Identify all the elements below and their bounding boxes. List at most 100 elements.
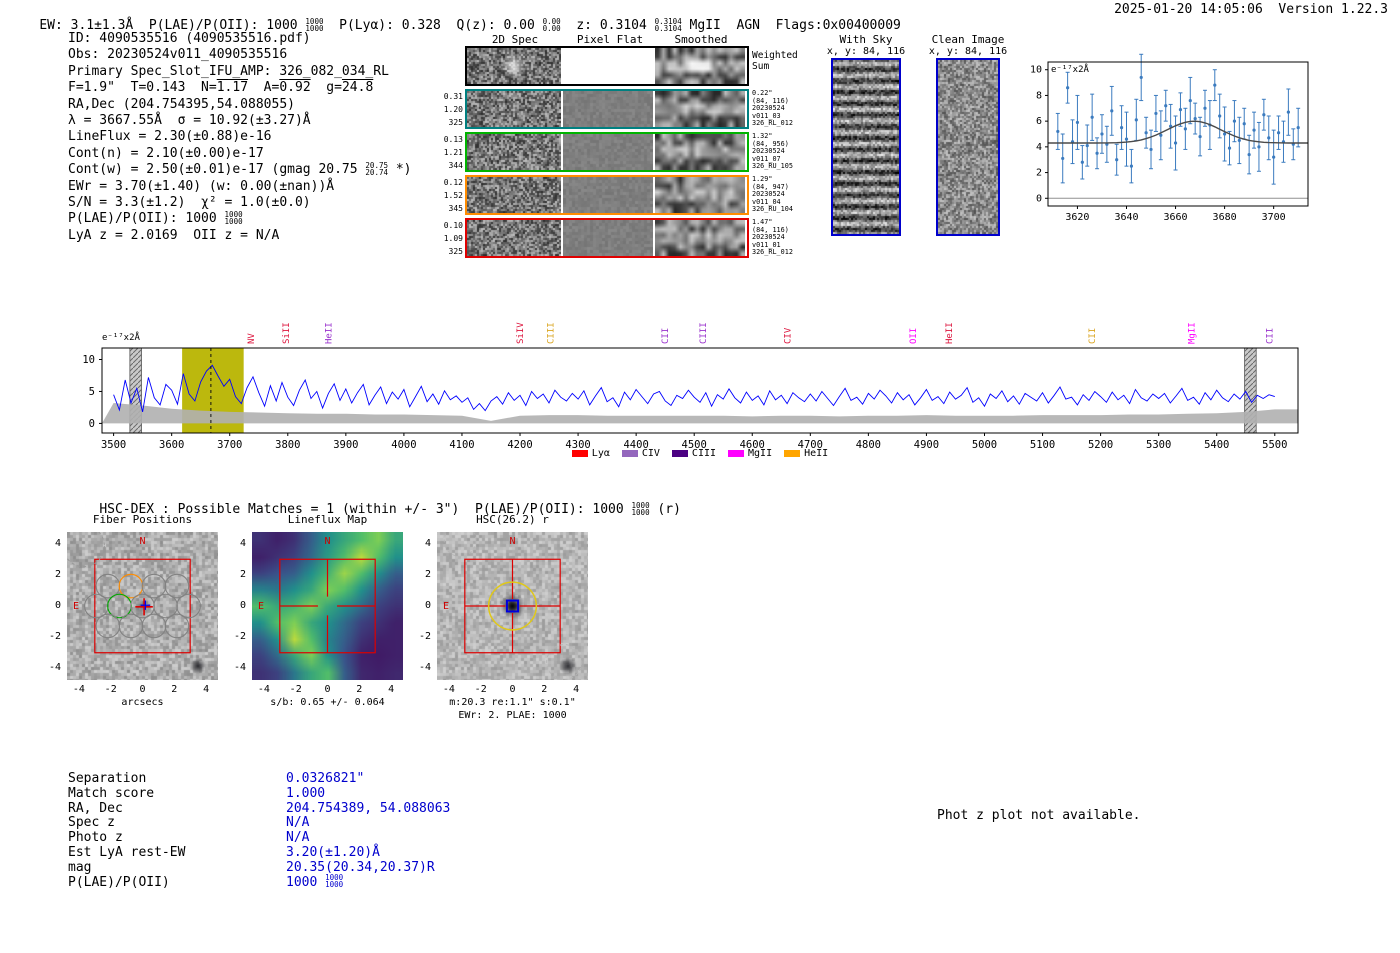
fiber-positions-overlay: NE [67,532,201,654]
lineflux-line: LineFlux = 2.30(±0.88)e-16 [68,129,272,145]
y-tick-label: -2 [48,631,61,643]
legend-label: Lyα [591,448,610,459]
photz-note: Phot z plot not available. [937,808,1141,823]
smoothed-image [655,134,745,170]
seeing-line: F=1.9" T=0.143 N=1.17 A=0.92 g=24.8 [68,80,411,96]
tick-label: 3680 [1213,212,1237,223]
tick-label: 3700 [1262,212,1286,223]
seeing-a: 0.92 [279,80,311,96]
legend-label: CIV [641,448,660,459]
tick-label: 3500 [101,439,126,451]
header-line-flags: MgII AGN Flags:0x00400009 [681,18,901,34]
y-tick-label: 2 [424,568,431,580]
fraction-bottom: 1000 [224,216,243,226]
column-header-2dspec: 2D Spec [491,33,539,46]
spec2d-row-left-label: 1.52 [443,191,463,200]
tick-label: 4 [1036,142,1042,153]
plae-fraction: 1000 1000 [632,502,650,517]
fraction-bottom: 20.74 [365,167,388,177]
plae-fraction: 1000 1000 [325,874,343,889]
hscdex-band: (r) [649,502,681,518]
fraction-bottom: 0.00 [542,23,561,33]
match-table-row: mag 20.35(20.34,20.37)R [68,860,450,875]
y-tick-label: -2 [233,631,246,643]
match-table-row: Spec z N/A [68,815,450,830]
legend-item: Lyα [571,448,610,459]
x-tick-label: 2 [541,684,548,695]
x-tick-label: 2 [171,684,178,695]
match-table-value: N/A [286,815,310,831]
y-tick-label: 0 [424,600,431,611]
tick-label: 10 [82,354,95,366]
fraction-bottom: 0.3104 [654,23,682,33]
tick-label: 5 [89,386,95,398]
tick-label: 5000 [972,439,997,451]
tick-label: 3640 [1114,212,1138,223]
elixer-report-page: EW: 3.1±1.3Å P(LAE)/P(OII): 1000 1000 100… [0,0,1400,953]
match-table-label: Separation [68,771,147,786]
north-label: N [139,536,145,547]
match-table-label: RA, Dec [68,800,123,816]
y-tick-label: 4 [239,537,246,549]
spec2d-row-left-label: 345 [448,204,463,213]
tick-label: 3900 [333,439,358,451]
tick-label: 3620 [1065,212,1089,223]
legend-item: CIII [671,448,716,459]
ion-label: NV [247,333,257,344]
clean-coords: x, y: 84, 116 [928,46,1008,57]
line-fit-inset-chart: 3620 3640 3660 3680 3700 0 2 4 6 8 10 e⁻¹⁷x2Å [1030,53,1309,223]
match-table-label: Match score [68,785,155,801]
withsky-coords: x, y: 84, 116 [826,46,906,57]
legend-swatch [728,450,745,457]
plae-line: P(LAE)/P(OII): 1000 1000 1000 [68,211,411,227]
hsc-cutout-overlay: NE [443,532,583,680]
tick-label: 3600 [159,439,184,451]
z-fraction: 0.3104 0.3104 [654,18,682,33]
ion-label: HeII [945,322,955,344]
withsky-title: With Sky [839,33,893,46]
spec2d-row-left-label: 325 [448,247,463,256]
x-tick-label: -4 [72,684,85,695]
cont-w-post: *) [388,162,412,178]
tick-label: 4000 [391,439,416,451]
match-table-label: Photo z [68,830,123,846]
tick-label: 3660 [1164,212,1188,223]
2dspec-image [467,177,561,213]
legend-swatch [671,450,688,457]
legend-swatch [571,450,588,457]
x-tick-label: 2 [356,684,363,695]
match-table-value: 204.754389, 54.088063 [286,800,451,816]
obs-line: Obs: 20230524v011_4090535516 [68,47,288,63]
tick-label: 5200 [1088,439,1113,451]
seeing-n: 1.17 [216,80,249,96]
smoothed-image [655,48,745,84]
y-tick-label: -4 [48,662,61,674]
x-tick-label: 0 [324,684,331,695]
legend-item: MgII [728,448,772,459]
match-table-value: 1.000 [286,785,326,801]
seeing-pre: F=1.9" T=0.143 N= [68,80,217,96]
2dspec-image [467,134,561,170]
spec2d-row-left-label: 0.31 [443,92,463,101]
spectrum-legend: Lyα CIV CIII MgII HeII [530,448,870,459]
hsc-xlabel2: EWr: 2. PLAE: 1000 [458,710,567,721]
match-table-row: RA, Dec 204.754389, 54.088063 [68,801,450,816]
ion-label: CIII [699,322,709,344]
fiber-xlabel: arcsecs [121,697,164,708]
spec2d-row-left-label: 0.12 [443,178,463,187]
legend-swatch [621,450,638,457]
y-tick-label: 0 [239,600,246,611]
ion-label: CII [1088,328,1098,344]
smoothed-image [655,220,745,256]
legend-label: MgII [748,448,773,459]
y-tick-label: 4 [424,537,431,549]
east-label: E [258,601,264,612]
cont-w-line: Cont(w) = 2.50(±0.01)e-17 (gmag 20.75 20… [68,162,411,178]
x-tick-label: -4 [442,684,455,695]
match-table-row: Photo z N/A [68,830,450,845]
ion-label: SiIV [516,322,526,344]
detection-info-block: ID: 4090535516 (4090535516.pdf) Obs: 202… [68,31,411,244]
ion-label: CII [661,328,671,344]
pixelflat-image [563,220,653,256]
ion-label: OII [909,328,919,344]
